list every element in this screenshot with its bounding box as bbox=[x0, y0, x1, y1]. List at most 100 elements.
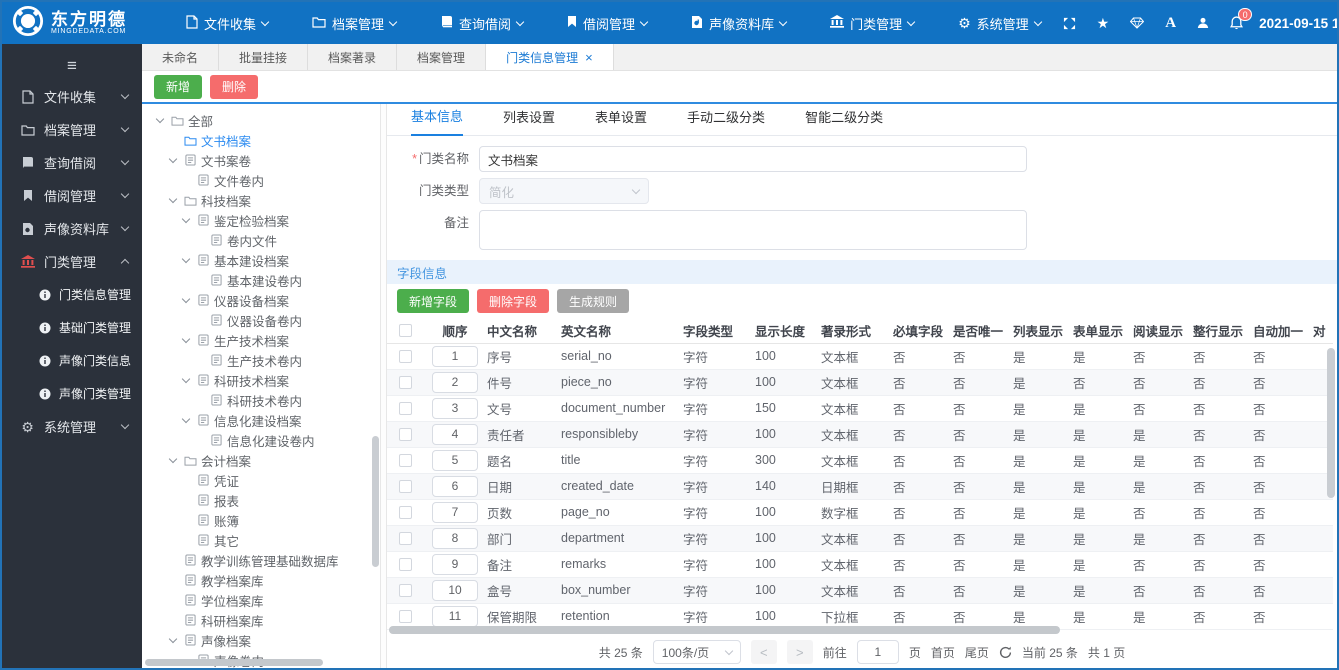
sidebar-item-file-collect[interactable]: 文件收集 bbox=[2, 80, 142, 113]
tab-category-info-manage[interactable]: 门类信息管理 × bbox=[486, 44, 614, 70]
page-size-select[interactable]: 100条/页 bbox=[652, 640, 741, 664]
row-checkbox[interactable] bbox=[398, 558, 412, 572]
menu-archive-manage[interactable]: 档案管理 bbox=[290, 14, 418, 33]
tab-unnamed[interactable]: 未命名 bbox=[142, 44, 220, 70]
tree-expand-caret-icon[interactable] bbox=[178, 414, 194, 424]
next-page-button[interactable]: > bbox=[786, 640, 813, 664]
sidebar-item-media-library[interactable]: 声像资料库 bbox=[2, 212, 142, 245]
order-input[interactable]: 8 bbox=[432, 527, 478, 549]
sidebar-item-system-manage[interactable]: ⚙ 系统管理 bbox=[2, 410, 142, 443]
order-input[interactable]: 11 bbox=[432, 605, 478, 627]
tree-item[interactable]: 报表 bbox=[146, 490, 370, 510]
sidebar-subitem-basic-category[interactable]: 基础门类管理 bbox=[2, 311, 142, 344]
tree-item[interactable]: 科研技术档案 bbox=[146, 370, 370, 390]
tree-expand-caret-icon[interactable] bbox=[178, 254, 194, 264]
tree-expand-caret-icon[interactable] bbox=[152, 114, 168, 124]
tree-item[interactable]: 仪器设备档案 bbox=[146, 290, 370, 310]
refresh-icon[interactable] bbox=[999, 646, 1012, 659]
tree-item[interactable]: 信息化建设档案 bbox=[146, 410, 370, 430]
tree-item[interactable]: 基本建设档案 bbox=[146, 250, 370, 270]
order-input[interactable]: 4 bbox=[432, 423, 478, 445]
tree-item[interactable]: 账簿 bbox=[146, 510, 370, 530]
fullscreen-icon[interactable] bbox=[1063, 17, 1076, 30]
menu-query-borrow[interactable]: 查询借阅 bbox=[418, 14, 545, 33]
menu-borrow-manage[interactable]: 借阅管理 bbox=[545, 14, 669, 33]
tree-expand-caret-icon[interactable] bbox=[165, 154, 181, 164]
tab-basic-info[interactable]: 基本信息 bbox=[411, 106, 464, 136]
tree-item[interactable]: 凭证 bbox=[146, 470, 370, 490]
tree-item[interactable]: 文书档案 bbox=[146, 130, 370, 150]
tree-item[interactable]: 生产技术卷内 bbox=[146, 350, 370, 370]
sidebar-subitem-media-category-manage[interactable]: 声像门类管理 bbox=[2, 377, 142, 410]
sidebar-subitem-category-info[interactable]: 门类信息管理 bbox=[2, 278, 142, 311]
tab-list-settings[interactable]: 列表设置 bbox=[503, 107, 555, 135]
row-checkbox[interactable] bbox=[398, 376, 412, 390]
tree-horizontal-scrollbar[interactable] bbox=[145, 659, 368, 666]
tree-item[interactable]: 基本建设卷内 bbox=[146, 270, 370, 290]
tab-manual-subclass[interactable]: 手动二级分类 bbox=[687, 107, 765, 135]
order-input[interactable]: 7 bbox=[432, 501, 478, 523]
add-field-button[interactable]: 新增字段 bbox=[397, 289, 470, 313]
row-checkbox[interactable] bbox=[398, 454, 412, 468]
sidebar-item-query-borrow[interactable]: 查询借阅 bbox=[2, 146, 142, 179]
tree-vertical-scrollbar[interactable] bbox=[372, 110, 379, 654]
star-icon[interactable]: ★ bbox=[1097, 15, 1110, 32]
tab-smart-subclass[interactable]: 智能二级分类 bbox=[805, 107, 883, 135]
generate-rule-button[interactable]: 生成规则 bbox=[557, 289, 630, 313]
table-horizontal-scrollbar[interactable] bbox=[389, 626, 1321, 634]
add-button[interactable]: 新增 bbox=[154, 74, 203, 99]
first-page-link[interactable]: 首页 bbox=[931, 644, 955, 661]
category-name-input[interactable] bbox=[479, 146, 1027, 172]
menu-category-manage[interactable]: 门类管理 bbox=[808, 14, 936, 33]
tree-expand-caret-icon[interactable] bbox=[165, 454, 181, 464]
row-checkbox[interactable] bbox=[398, 480, 412, 494]
sidebar-item-borrow-manage[interactable]: 借阅管理 bbox=[2, 179, 142, 212]
tab-form-settings[interactable]: 表单设置 bbox=[595, 107, 647, 135]
order-input[interactable]: 9 bbox=[432, 553, 478, 575]
tree-expand-caret-icon[interactable] bbox=[178, 214, 194, 224]
tree-item[interactable]: 科研档案库 bbox=[146, 610, 370, 630]
sidebar-item-category-manage[interactable]: 门类管理 bbox=[2, 245, 142, 278]
tree-item[interactable]: 生产技术档案 bbox=[146, 330, 370, 350]
delete-button[interactable]: 删除 bbox=[210, 74, 259, 99]
row-checkbox[interactable] bbox=[398, 610, 412, 624]
tree-item[interactable]: 其它 bbox=[146, 530, 370, 550]
row-checkbox[interactable] bbox=[398, 506, 412, 520]
tree-item[interactable]: 鉴定检验档案 bbox=[146, 210, 370, 230]
order-input[interactable]: 2 bbox=[432, 371, 478, 393]
menu-system-manage[interactable]: ⚙ 系统管理 bbox=[936, 14, 1063, 33]
tab-archive-manage[interactable]: 档案管理 bbox=[397, 44, 487, 70]
tree-expand-caret-icon[interactable] bbox=[165, 194, 181, 204]
row-checkbox[interactable] bbox=[398, 532, 412, 546]
tree-expand-caret-icon[interactable] bbox=[178, 334, 194, 344]
tree-item[interactable]: 信息化建设卷内 bbox=[146, 430, 370, 450]
last-page-link[interactable]: 尾页 bbox=[965, 644, 989, 661]
order-input[interactable]: 3 bbox=[432, 397, 478, 419]
prev-page-button[interactable]: < bbox=[750, 640, 777, 664]
tree-item[interactable]: 全部 bbox=[146, 110, 370, 130]
row-checkbox[interactable] bbox=[398, 402, 412, 416]
tree-item[interactable]: 教学训练管理基础数据库 bbox=[146, 550, 370, 570]
row-checkbox[interactable] bbox=[398, 428, 412, 442]
table-vertical-scrollbar[interactable] bbox=[1327, 348, 1335, 624]
tree-item[interactable]: 会计档案 bbox=[146, 450, 370, 470]
tree-expand-caret-icon[interactable] bbox=[165, 634, 181, 644]
tree-item[interactable]: 科研技术卷内 bbox=[146, 390, 370, 410]
font-size-icon[interactable]: A bbox=[1165, 15, 1176, 32]
menu-media-library[interactable]: 声像资料库 bbox=[669, 14, 808, 33]
tree-item[interactable]: 学位档案库 bbox=[146, 590, 370, 610]
collapse-menu-icon[interactable]: ≡ bbox=[2, 52, 142, 80]
close-tab-icon[interactable]: × bbox=[585, 51, 593, 64]
page-number-input[interactable] bbox=[856, 640, 899, 664]
user-icon[interactable] bbox=[1197, 17, 1209, 29]
row-checkbox[interactable] bbox=[398, 350, 412, 364]
remark-textarea[interactable] bbox=[479, 210, 1027, 250]
select-all-checkbox[interactable] bbox=[398, 324, 412, 338]
sidebar-subitem-media-category-info[interactable]: 声像门类信息 bbox=[2, 344, 142, 377]
delete-field-button[interactable]: 删除字段 bbox=[477, 289, 550, 313]
tab-batch-attach[interactable]: 批量挂接 bbox=[219, 44, 309, 70]
notification-bell-icon[interactable]: 0 bbox=[1230, 8, 1253, 30]
gem-icon[interactable] bbox=[1130, 17, 1145, 29]
tree-item[interactable]: 教学档案库 bbox=[146, 570, 370, 590]
sidebar-item-archive-manage[interactable]: 档案管理 bbox=[2, 113, 142, 146]
